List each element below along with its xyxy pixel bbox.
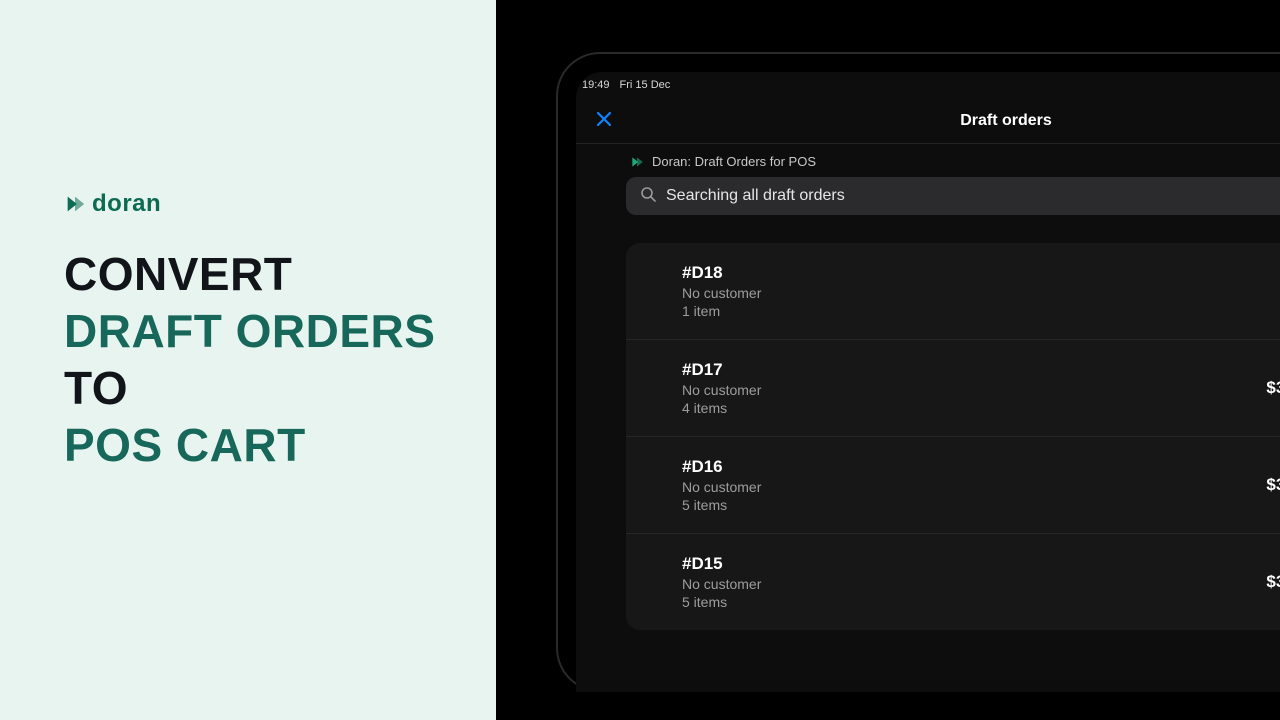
doran-app-icon (630, 155, 644, 169)
device-panel: 19:49 Fri 15 Dec @ 76% (496, 0, 1280, 720)
search-icon (640, 186, 656, 207)
stage: doran CONVERT DRAFT ORDERS TO POS CART 1… (0, 0, 1280, 720)
headline-line-2: DRAFT ORDERS (64, 303, 496, 360)
order-list: #D18 No customer 1 item $673.24 (626, 243, 1280, 630)
promo-panel: doran CONVERT DRAFT ORDERS TO POS CART (0, 0, 496, 720)
status-left: 19:49 Fri 15 Dec (582, 79, 670, 91)
order-items: 4 items (682, 400, 761, 416)
doran-logo-icon (64, 193, 86, 215)
headline-line-3: TO (64, 360, 496, 417)
screen-content: Doran: Draft Orders for POS Searching al… (576, 144, 1280, 630)
order-items: 5 items (682, 497, 761, 513)
tablet-frame: 19:49 Fri 15 Dec @ 76% (556, 52, 1280, 692)
order-row[interactable]: #D16 No customer 5 items $3,238.60 (626, 437, 1280, 534)
app-label-text: Doran: Draft Orders for POS (652, 154, 816, 169)
order-id: #D18 (682, 263, 761, 283)
status-bar: 19:49 Fri 15 Dec @ 76% (576, 72, 1280, 98)
order-customer: No customer (682, 285, 761, 301)
order-customer: No customer (682, 382, 761, 398)
order-amount: $3,562.46 (1266, 572, 1280, 592)
tablet-screen: 19:49 Fri 15 Dec @ 76% (576, 72, 1280, 692)
close-button[interactable] (594, 109, 614, 133)
app-label: Doran: Draft Orders for POS (626, 144, 1280, 177)
headline-line-1: CONVERT (64, 246, 496, 303)
order-items: 1 item (682, 303, 761, 319)
brand-logo: doran (64, 190, 496, 218)
order-id: #D15 (682, 554, 761, 574)
order-amount: $3,238.60 (1266, 475, 1280, 495)
nav-bar: Draft orders (576, 98, 1280, 144)
order-customer: No customer (682, 479, 761, 495)
search-placeholder: Searching all draft orders (666, 187, 845, 205)
order-id: #D17 (682, 360, 761, 380)
order-amount: $3,506.33 (1266, 378, 1280, 398)
order-row[interactable]: #D17 No customer 4 items $3,506.33 (626, 340, 1280, 437)
order-id: #D16 (682, 457, 761, 477)
nav-title: Draft orders (960, 112, 1052, 130)
status-date: Fri 15 Dec (620, 79, 671, 91)
status-time: 19:49 (582, 79, 610, 91)
promo-headline: CONVERT DRAFT ORDERS TO POS CART (64, 246, 496, 474)
order-items: 5 items (682, 594, 761, 610)
search-input[interactable]: Searching all draft orders (626, 177, 1280, 215)
order-row[interactable]: #D18 No customer 1 item $673.24 (626, 243, 1280, 340)
order-row[interactable]: #D15 No customer 5 items $3,562.46 (626, 534, 1280, 630)
headline-line-4: POS CART (64, 417, 496, 474)
order-customer: No customer (682, 576, 761, 592)
close-icon (594, 109, 614, 129)
brand-name: doran (92, 190, 161, 218)
